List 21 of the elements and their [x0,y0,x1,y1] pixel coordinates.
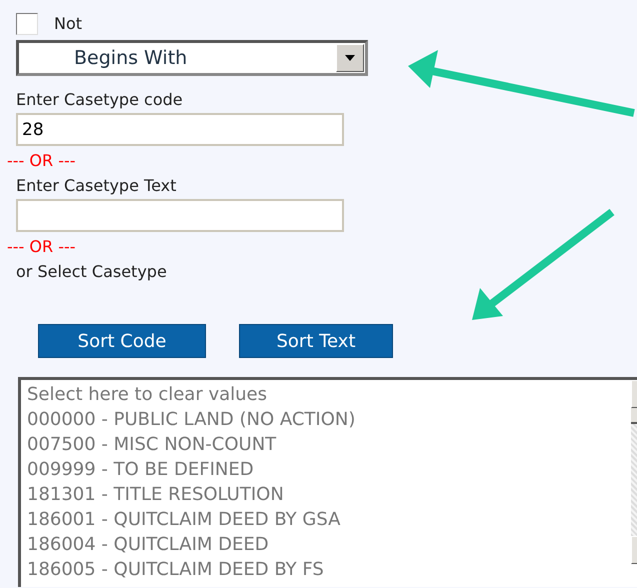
list-option[interactable]: 186001 - QUITCLAIM DEED BY GSA [27,507,631,532]
list-option[interactable]: Select here to clear values [27,382,631,407]
list-option[interactable]: 009999 - TO BE DEFINED [27,457,631,482]
text-label: Enter Casetype Text [16,176,178,196]
not-label: Not [54,14,82,34]
select-label: or Select Casetype [16,262,168,282]
sort-button[interactable]: Sort Text [239,324,393,358]
list-option[interactable]: 181301 - TITLE RESOLUTION [27,482,631,507]
list-option[interactable]: 186004 - QUITCLAIM DEED [27,532,631,557]
match-dropdown[interactable]: Begins With [16,40,368,76]
sort-button[interactable]: Sort Code [38,324,206,358]
list-option[interactable]: 000000 - PUBLIC LAND (NO ACTION) [27,407,631,432]
not-checkbox[interactable] [16,13,38,35]
casetype-listbox[interactable] [18,377,637,587]
text-input-field[interactable] [16,199,344,232]
code-input-field[interactable]: 28 [16,113,344,146]
list-option[interactable]: 186005 - QUITCLAIM DEED BY FS [27,557,631,582]
or-separator: --- OR --- [7,238,77,256]
code-label: Enter Casetype code [16,90,184,110]
list-option[interactable]: 007500 - MISC NON-COUNT [27,432,631,457]
or-separator: --- OR --- [7,152,77,170]
